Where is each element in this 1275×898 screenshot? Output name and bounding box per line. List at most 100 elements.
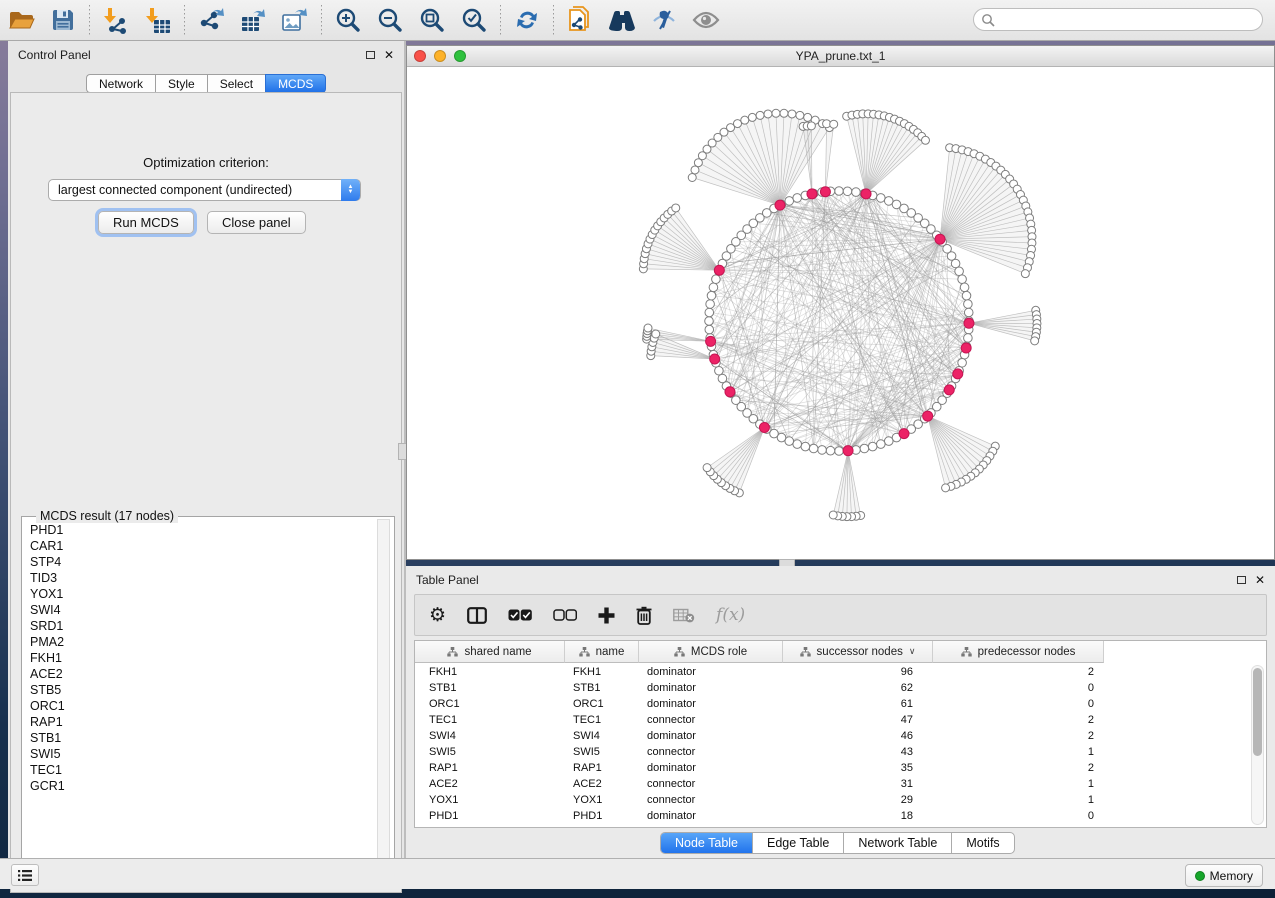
network-node[interactable] bbox=[709, 283, 718, 292]
cell-successor_nodes[interactable]: 46 bbox=[783, 728, 933, 744]
mcds-result-item[interactable]: GCR1 bbox=[30, 778, 379, 794]
network-node[interactable] bbox=[843, 187, 852, 196]
mcds-hub-node[interactable] bbox=[706, 336, 716, 346]
network-canvas[interactable] bbox=[407, 67, 1274, 559]
mcds-hub-node[interactable] bbox=[710, 354, 720, 364]
network-node[interactable] bbox=[809, 444, 818, 453]
cell-name[interactable]: YOX1 bbox=[565, 792, 639, 808]
tab-node-table[interactable]: Node Table bbox=[661, 833, 753, 853]
table-row[interactable]: PHD1PHD1dominator180 bbox=[415, 808, 1104, 824]
cell-shared_name[interactable]: SWI4 bbox=[415, 728, 565, 744]
cell-mcds_role[interactable]: dominator bbox=[639, 808, 783, 824]
cell-shared_name[interactable]: PHD1 bbox=[415, 808, 565, 824]
cell-successor_nodes[interactable]: 96 bbox=[783, 664, 933, 680]
cell-name[interactable]: RAP1 bbox=[565, 760, 639, 776]
network-node[interactable] bbox=[788, 110, 796, 118]
network-node[interactable] bbox=[785, 197, 794, 206]
network-node[interactable] bbox=[793, 440, 802, 449]
cell-name[interactable]: ORC1 bbox=[565, 696, 639, 712]
cell-shared_name[interactable]: YOX1 bbox=[415, 792, 565, 808]
network-node[interactable] bbox=[705, 325, 714, 334]
network-node[interactable] bbox=[652, 330, 660, 338]
import-table-icon[interactable] bbox=[143, 5, 173, 35]
run-mcds-button[interactable]: Run MCDS bbox=[98, 211, 194, 234]
mcds-hub-node[interactable] bbox=[964, 318, 974, 328]
mcds-result-item[interactable]: ACE2 bbox=[30, 666, 379, 682]
cell-name[interactable]: SWI4 bbox=[565, 728, 639, 744]
binoculars-icon[interactable] bbox=[607, 5, 637, 35]
network-node[interactable] bbox=[734, 120, 742, 128]
cell-shared_name[interactable]: FKH1 bbox=[415, 664, 565, 680]
refresh-view-icon[interactable] bbox=[512, 5, 542, 35]
mcds-hub-node[interactable] bbox=[935, 234, 945, 244]
mcds-result-item[interactable]: SRD1 bbox=[30, 618, 379, 634]
network-node[interactable] bbox=[835, 187, 844, 196]
network-node[interactable] bbox=[964, 308, 973, 317]
network-node[interactable] bbox=[852, 188, 861, 197]
table-scrollbar-thumb[interactable] bbox=[1253, 668, 1262, 756]
network-window-titlebar[interactable]: YPA_prune.txt_1 bbox=[407, 46, 1274, 67]
search-box[interactable] bbox=[973, 8, 1263, 31]
network-node[interactable] bbox=[705, 308, 714, 317]
network-node[interactable] bbox=[807, 122, 815, 130]
cell-name[interactable]: PHD1 bbox=[565, 808, 639, 824]
network-node[interactable] bbox=[958, 358, 967, 367]
mcds-hub-node[interactable] bbox=[899, 429, 909, 439]
network-node[interactable] bbox=[712, 275, 721, 284]
mcds-hub-node[interactable] bbox=[820, 187, 830, 197]
network-node[interactable] bbox=[830, 120, 838, 128]
mcds-result-list[interactable]: PHD1CAR1STP4TID3YOX1SWI4SRD1PMA2FKH1ACE2… bbox=[23, 522, 379, 875]
cell-name[interactable]: FKH1 bbox=[565, 664, 639, 680]
table-scrollbar[interactable] bbox=[1251, 665, 1264, 825]
mcds-result-item[interactable]: CAR1 bbox=[30, 538, 379, 554]
close-panel-icon[interactable]: ✕ bbox=[1255, 575, 1265, 585]
cell-name[interactable]: SWI5 bbox=[565, 744, 639, 760]
network-node[interactable] bbox=[804, 113, 812, 121]
cell-name[interactable]: TEC1 bbox=[565, 712, 639, 728]
network-node[interactable] bbox=[942, 484, 950, 492]
cell-successor_nodes[interactable]: 18 bbox=[783, 808, 933, 824]
table-row[interactable]: ACE2ACE2connector311 bbox=[415, 776, 1104, 792]
tab-network-table[interactable]: Network Table bbox=[844, 833, 952, 853]
tab-edge-table[interactable]: Edge Table bbox=[753, 833, 844, 853]
network-node[interactable] bbox=[829, 511, 837, 519]
network-node[interactable] bbox=[835, 447, 844, 456]
mcds-hub-node[interactable] bbox=[944, 385, 954, 395]
network-node[interactable] bbox=[780, 109, 788, 117]
network-node[interactable] bbox=[707, 291, 716, 300]
cell-name[interactable]: STB1 bbox=[565, 680, 639, 696]
export-network-icon[interactable] bbox=[196, 5, 226, 35]
cell-mcds_role[interactable]: connector bbox=[639, 792, 783, 808]
mcds-hub-node[interactable] bbox=[759, 422, 769, 432]
function-icon[interactable]: f(x) bbox=[716, 602, 745, 628]
import-network-icon[interactable] bbox=[101, 5, 131, 35]
memory-button[interactable]: Memory bbox=[1185, 864, 1263, 887]
network-node[interactable] bbox=[964, 334, 973, 343]
cell-mcds_role[interactable]: connector bbox=[639, 776, 783, 792]
mcds-result-item[interactable]: SWI4 bbox=[30, 602, 379, 618]
columns-icon[interactable] bbox=[467, 602, 487, 628]
cell-successor_nodes[interactable]: 31 bbox=[783, 776, 933, 792]
cell-predecessor_nodes[interactable]: 2 bbox=[933, 664, 1104, 680]
optimization-criterion-select[interactable]: largest connected component (undirected)… bbox=[48, 179, 361, 201]
cell-predecessor_nodes[interactable]: 0 bbox=[933, 680, 1104, 696]
network-node[interactable] bbox=[772, 109, 780, 117]
mcds-result-item[interactable]: PMA2 bbox=[30, 634, 379, 650]
tab-mcds[interactable]: MCDS bbox=[265, 74, 326, 93]
export-image-icon[interactable] bbox=[280, 5, 310, 35]
cell-predecessor_nodes[interactable]: 1 bbox=[933, 792, 1104, 808]
network-node[interactable] bbox=[691, 166, 699, 174]
cell-successor_nodes[interactable]: 62 bbox=[783, 680, 933, 696]
network-node[interactable] bbox=[958, 275, 967, 284]
cell-name[interactable]: ACE2 bbox=[565, 776, 639, 792]
network-node[interactable] bbox=[960, 283, 969, 292]
network-node[interactable] bbox=[705, 317, 714, 326]
cell-successor_nodes[interactable]: 35 bbox=[783, 760, 933, 776]
mcds-hub-node[interactable] bbox=[923, 411, 933, 421]
network-node[interactable] bbox=[764, 110, 772, 118]
network-node[interactable] bbox=[1031, 337, 1039, 345]
deselect-all-icon[interactable] bbox=[553, 602, 577, 628]
cell-shared_name[interactable]: ACE2 bbox=[415, 776, 565, 792]
tab-style[interactable]: Style bbox=[155, 74, 207, 93]
network-node[interactable] bbox=[756, 111, 764, 119]
